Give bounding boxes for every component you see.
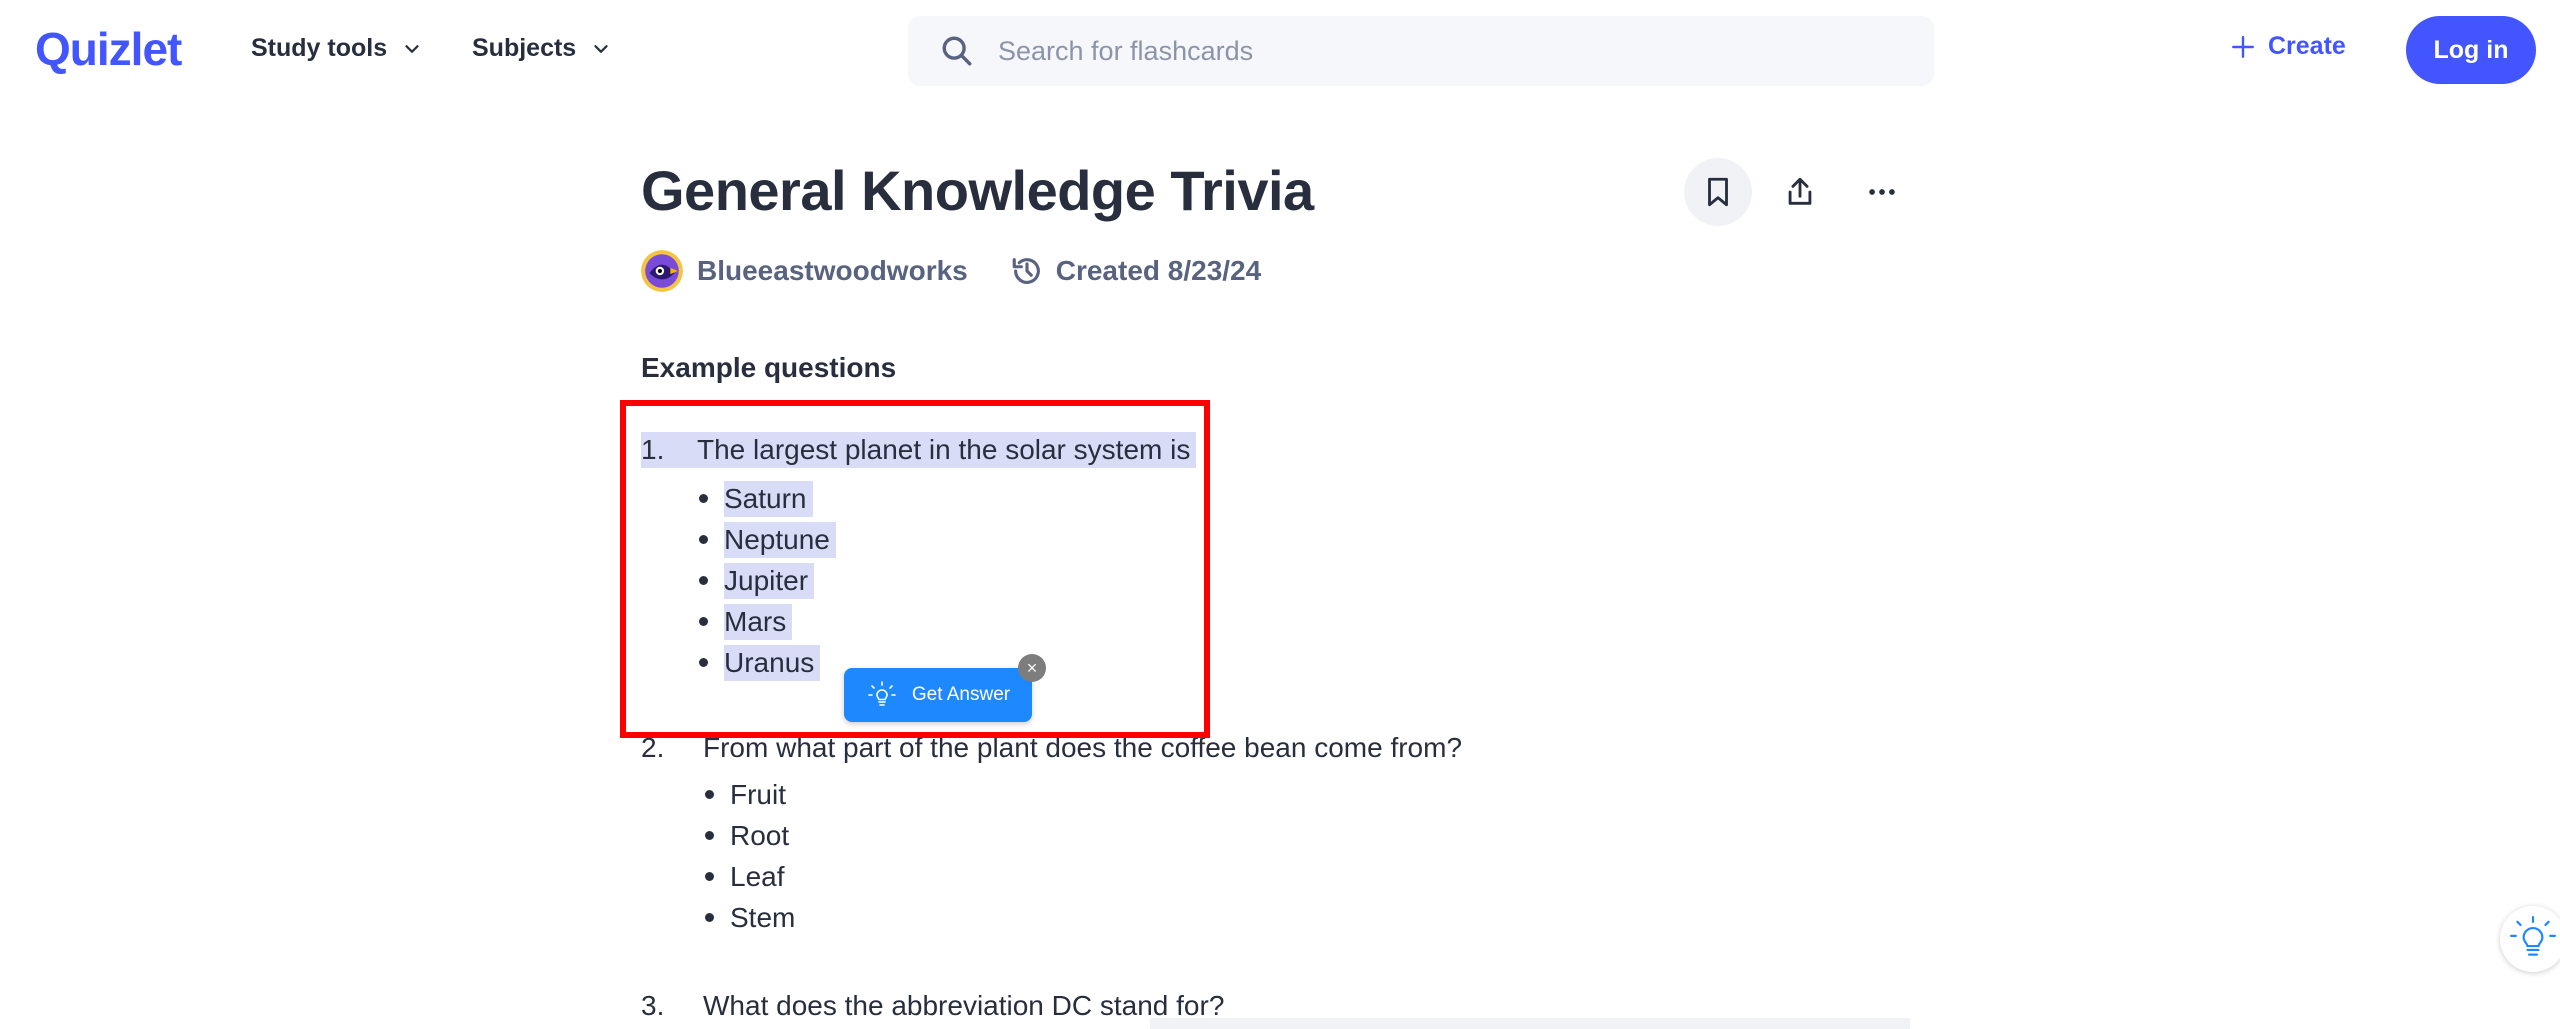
top-header: Quizlet Study tools Subjects Create Log … — [0, 0, 2560, 104]
plus-icon — [2232, 35, 2254, 58]
login-button[interactable]: Log in — [2406, 16, 2536, 84]
lightbulb-icon — [868, 681, 896, 706]
option-text: Root — [730, 819, 790, 851]
author-name[interactable]: Blueeastwoodworks — [697, 255, 968, 287]
nav-study-tools[interactable]: Study tools — [251, 34, 423, 63]
share-icon — [1788, 177, 1812, 205]
option-text: Stem — [730, 901, 796, 933]
create-button[interactable]: Create — [2230, 32, 2346, 61]
close-icon[interactable]: × — [1018, 654, 1046, 682]
avatar[interactable] — [641, 250, 683, 292]
chevron-down-icon — [405, 44, 419, 53]
option-text: Leaf — [730, 860, 785, 892]
lightbulb-icon — [2510, 916, 2556, 956]
nav-subjects[interactable]: Subjects — [472, 34, 612, 63]
question-number: 3. — [641, 990, 665, 1021]
search-bar[interactable] — [908, 16, 1934, 86]
question-text: What does the abbreviation DC stand for? — [703, 990, 1225, 1021]
question-2: 2. From what part of the plant does the … — [641, 732, 1462, 938]
floating-helper-button[interactable] — [2500, 906, 2560, 972]
search-icon — [942, 36, 972, 66]
list-item: Stem — [703, 897, 1462, 938]
created-date: Created 8/23/24 — [1055, 255, 1262, 286]
page-title: General Knowledge Trivia — [641, 159, 1314, 222]
question-3: 3. What does the abbreviation DC stand f… — [641, 990, 1224, 1022]
chevron-down-icon — [594, 44, 608, 53]
option-text: Fruit — [730, 778, 786, 810]
get-answer-button[interactable]: Get Answer — [844, 668, 1032, 722]
create-label: Create — [2268, 32, 2346, 60]
set-meta: Blueeastwoodworks Created 8/23/24 — [641, 250, 1261, 292]
more-icon — [1869, 189, 1895, 195]
history-icon — [1012, 258, 1040, 284]
quizlet-logo[interactable]: Quizlet — [35, 22, 182, 76]
list-item: Fruit — [703, 774, 1462, 815]
bookmark-icon — [1708, 177, 1728, 207]
share-button[interactable] — [1766, 158, 1834, 226]
list-item: Leaf — [703, 856, 1462, 897]
options-list: Fruit Root Leaf Stem — [703, 774, 1462, 938]
nav-study-tools-label: Study tools — [251, 34, 388, 62]
scroll-fade — [1150, 1018, 1910, 1029]
section-title: Example questions — [641, 352, 897, 383]
nav-subjects-label: Subjects — [472, 34, 577, 62]
search-input[interactable] — [996, 34, 1900, 68]
bookmark-button[interactable] — [1684, 158, 1752, 226]
more-options-button[interactable] — [1848, 158, 1916, 226]
get-answer-label: Get Answer — [911, 684, 1011, 705]
list-item: Root — [703, 815, 1462, 856]
